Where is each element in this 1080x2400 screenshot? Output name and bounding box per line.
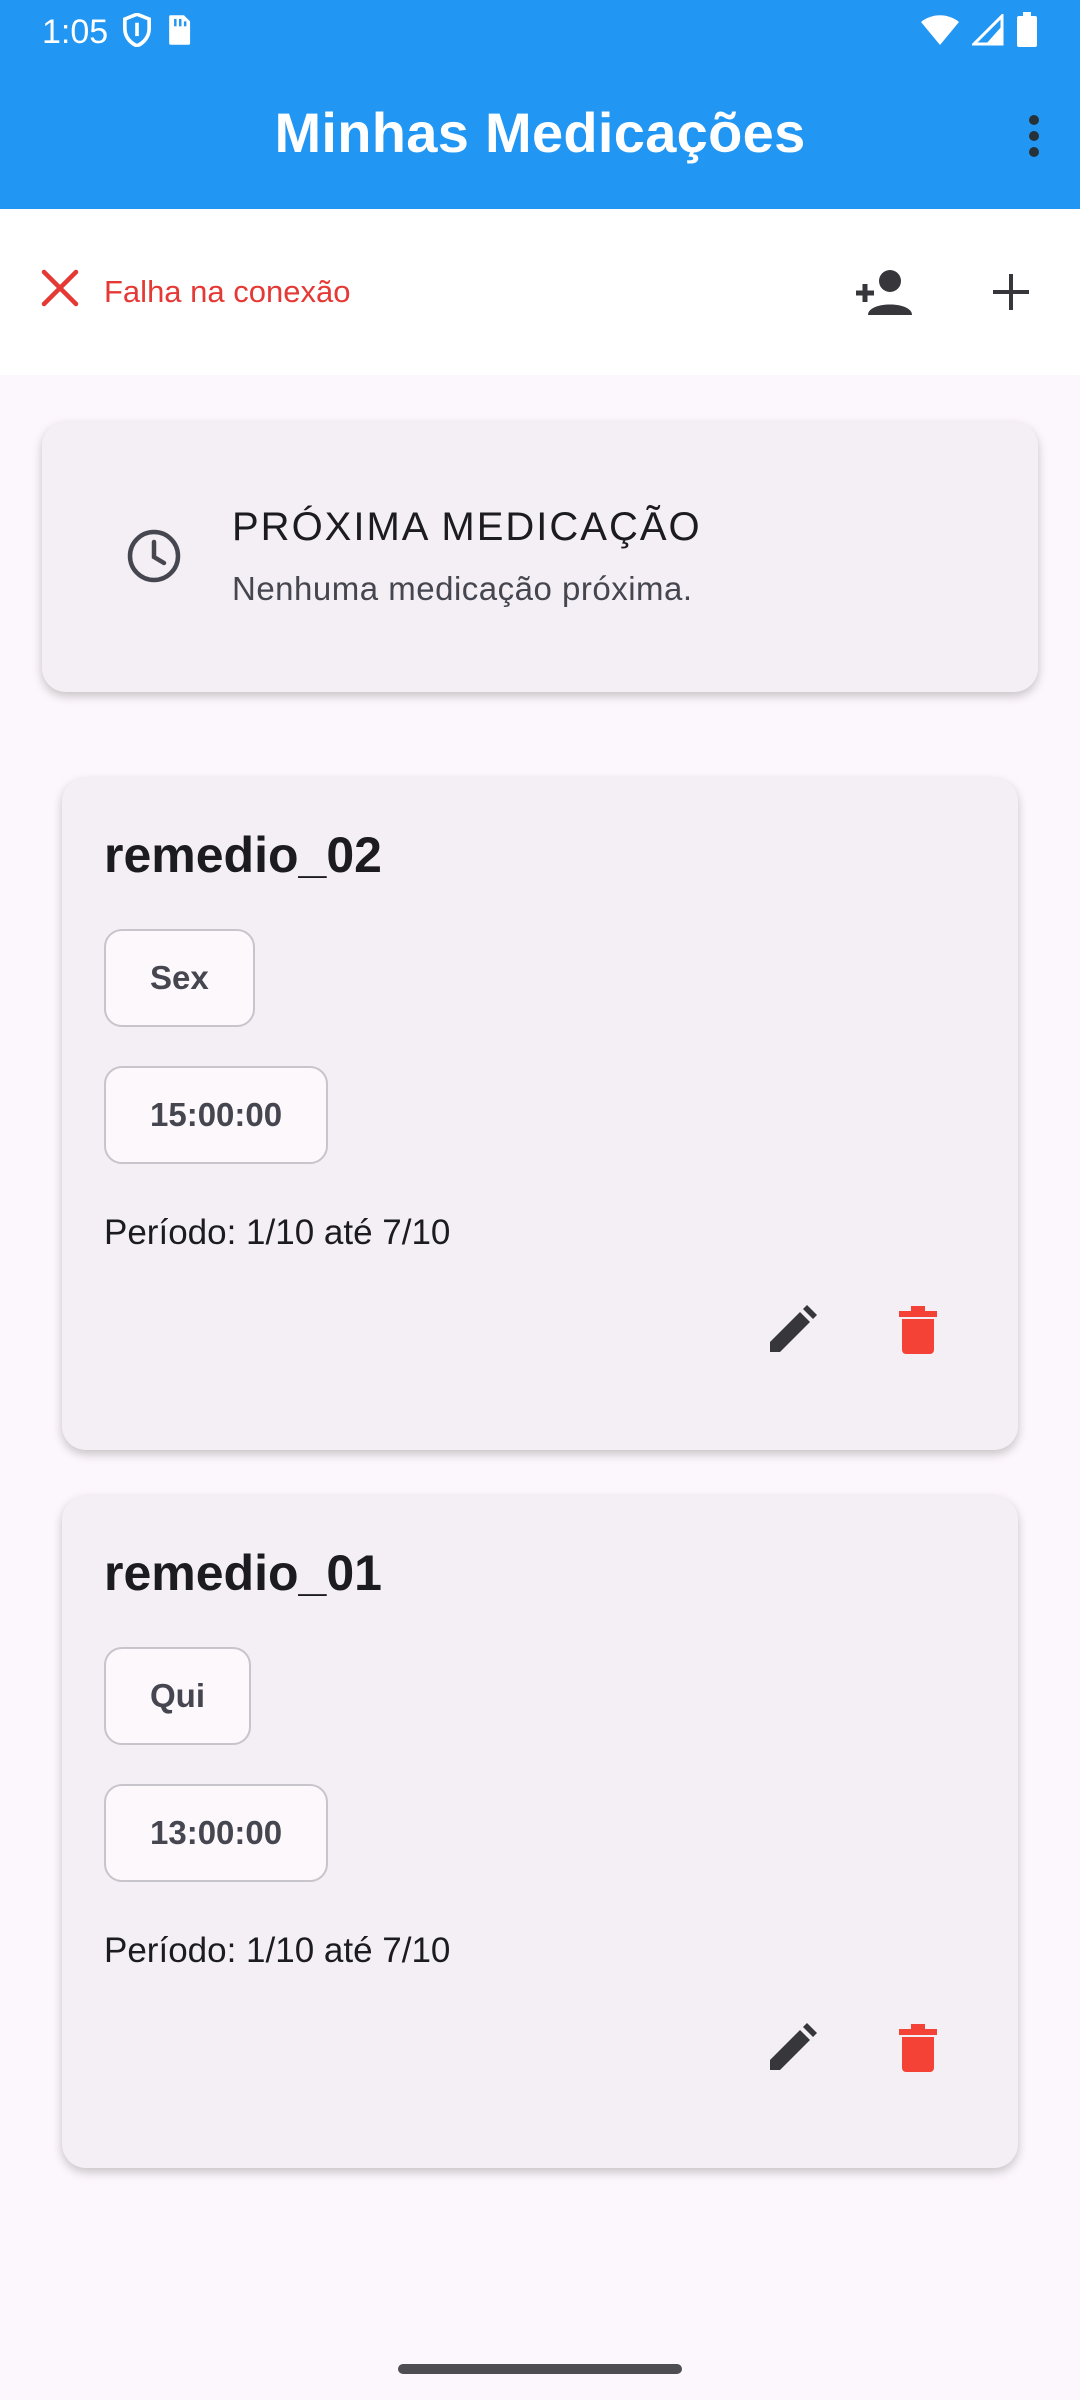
status-bar: 1:05 — [0, 0, 1080, 64]
next-medication-card: PRÓXIMA MEDICAÇÃO Nenhuma medicação próx… — [42, 422, 1038, 692]
next-medication-title: PRÓXIMA MEDICAÇÃO — [232, 505, 702, 549]
medication-card: remedio_02 Sex 15:00:00 Período: 1/10 at… — [62, 778, 1018, 1450]
day-chip: Qui — [104, 1647, 251, 1745]
day-chip: Sex — [104, 929, 255, 1027]
cell-signal-icon — [970, 11, 1004, 51]
trash-icon — [899, 1306, 937, 1354]
wifi-icon — [920, 14, 960, 51]
medication-name: remedio_02 — [104, 827, 382, 883]
medication-card: remedio_01 Qui 13:00:00 Período: 1/10 at… — [62, 1496, 1018, 2168]
more-vert-icon — [1029, 115, 1039, 157]
vpn-shield-icon — [122, 11, 152, 52]
connection-bar: Falha na conexão — [0, 209, 1080, 375]
edit-button[interactable] — [752, 1290, 832, 1370]
delete-button[interactable] — [878, 1290, 958, 1370]
clock-icon — [126, 528, 182, 589]
status-time: 1:05 — [42, 12, 109, 51]
sim-card-icon — [166, 14, 192, 51]
period-text: Período: 1/10 até 7/10 — [104, 1931, 451, 1970]
connection-error-text: Falha na conexão — [104, 274, 351, 309]
period-text: Período: 1/10 até 7/10 — [104, 1213, 451, 1252]
pencil-icon — [770, 2023, 817, 2070]
page-title: Minhas Medicações — [274, 101, 806, 164]
trash-icon — [899, 2024, 937, 2072]
next-medication-subtitle: Nenhuma medicação próxima. — [232, 570, 693, 607]
home-indicator[interactable] — [398, 2364, 682, 2374]
time-chip: 13:00:00 — [104, 1784, 329, 1882]
add-medication-button[interactable] — [978, 259, 1044, 325]
close-icon — [40, 268, 80, 316]
connection-error: Falha na conexão — [40, 268, 350, 316]
app-bar: 1:05 Minhas Medicações — [0, 0, 1080, 209]
edit-button[interactable] — [752, 2008, 832, 2088]
pencil-icon — [770, 1305, 817, 1352]
person-add-icon — [856, 270, 912, 315]
delete-button[interactable] — [878, 2008, 958, 2088]
time-chip: 15:00:00 — [104, 1066, 329, 1164]
medication-name: remedio_01 — [104, 1545, 382, 1601]
battery-icon — [1016, 11, 1038, 53]
add-person-button[interactable] — [852, 259, 918, 325]
plus-icon — [993, 274, 1029, 310]
more-options-button[interactable] — [1004, 104, 1064, 168]
